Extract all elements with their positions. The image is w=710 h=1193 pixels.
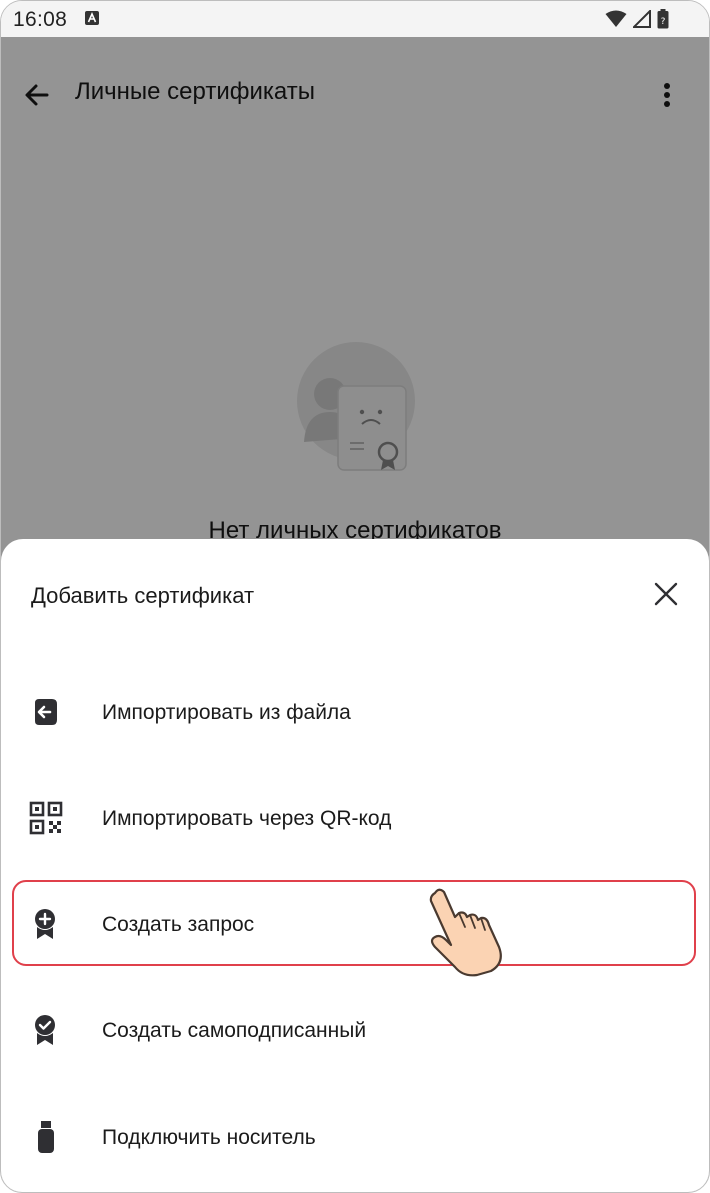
connect-token-item[interactable]: Подключить носитель [1, 1085, 709, 1191]
battery-icon: ? [657, 9, 669, 29]
usb-token-icon [38, 1121, 54, 1153]
signal-icon [633, 10, 651, 28]
sheet-title: Добавить сертификат [31, 583, 255, 608]
import-via-qr-item[interactable]: Импортировать через QR-код [1, 766, 709, 872]
item-label: Импортировать из файла [102, 701, 351, 724]
keyboard-a-icon [85, 11, 99, 25]
qr-code-icon [29, 801, 63, 835]
certificate-check-icon [35, 1015, 55, 1045]
add-certificate-sheet: Добавить сертификат Импортировать из фай… [1, 539, 709, 1192]
create-self-signed-item[interactable]: Создать самоподписанный [1, 978, 709, 1084]
import-file-icon [35, 699, 57, 725]
svg-text:?: ? [661, 17, 666, 27]
device-frame: 16:08 ? Личные сертификаты Нет личных се… [0, 0, 710, 1193]
status-bar: 16:08 ? [1, 1, 709, 37]
wifi-icon [605, 10, 627, 27]
pointing-hand-icon [429, 888, 502, 977]
item-label: Импортировать через QR-код [102, 807, 392, 830]
highlight-frame [12, 880, 696, 966]
import-from-file-item[interactable]: Импортировать из файла [1, 660, 709, 766]
close-icon[interactable] [651, 579, 681, 609]
status-time: 16:08 [13, 8, 68, 31]
item-label: Создать самоподписанный [102, 1019, 367, 1042]
item-label: Подключить носитель [102, 1126, 316, 1149]
